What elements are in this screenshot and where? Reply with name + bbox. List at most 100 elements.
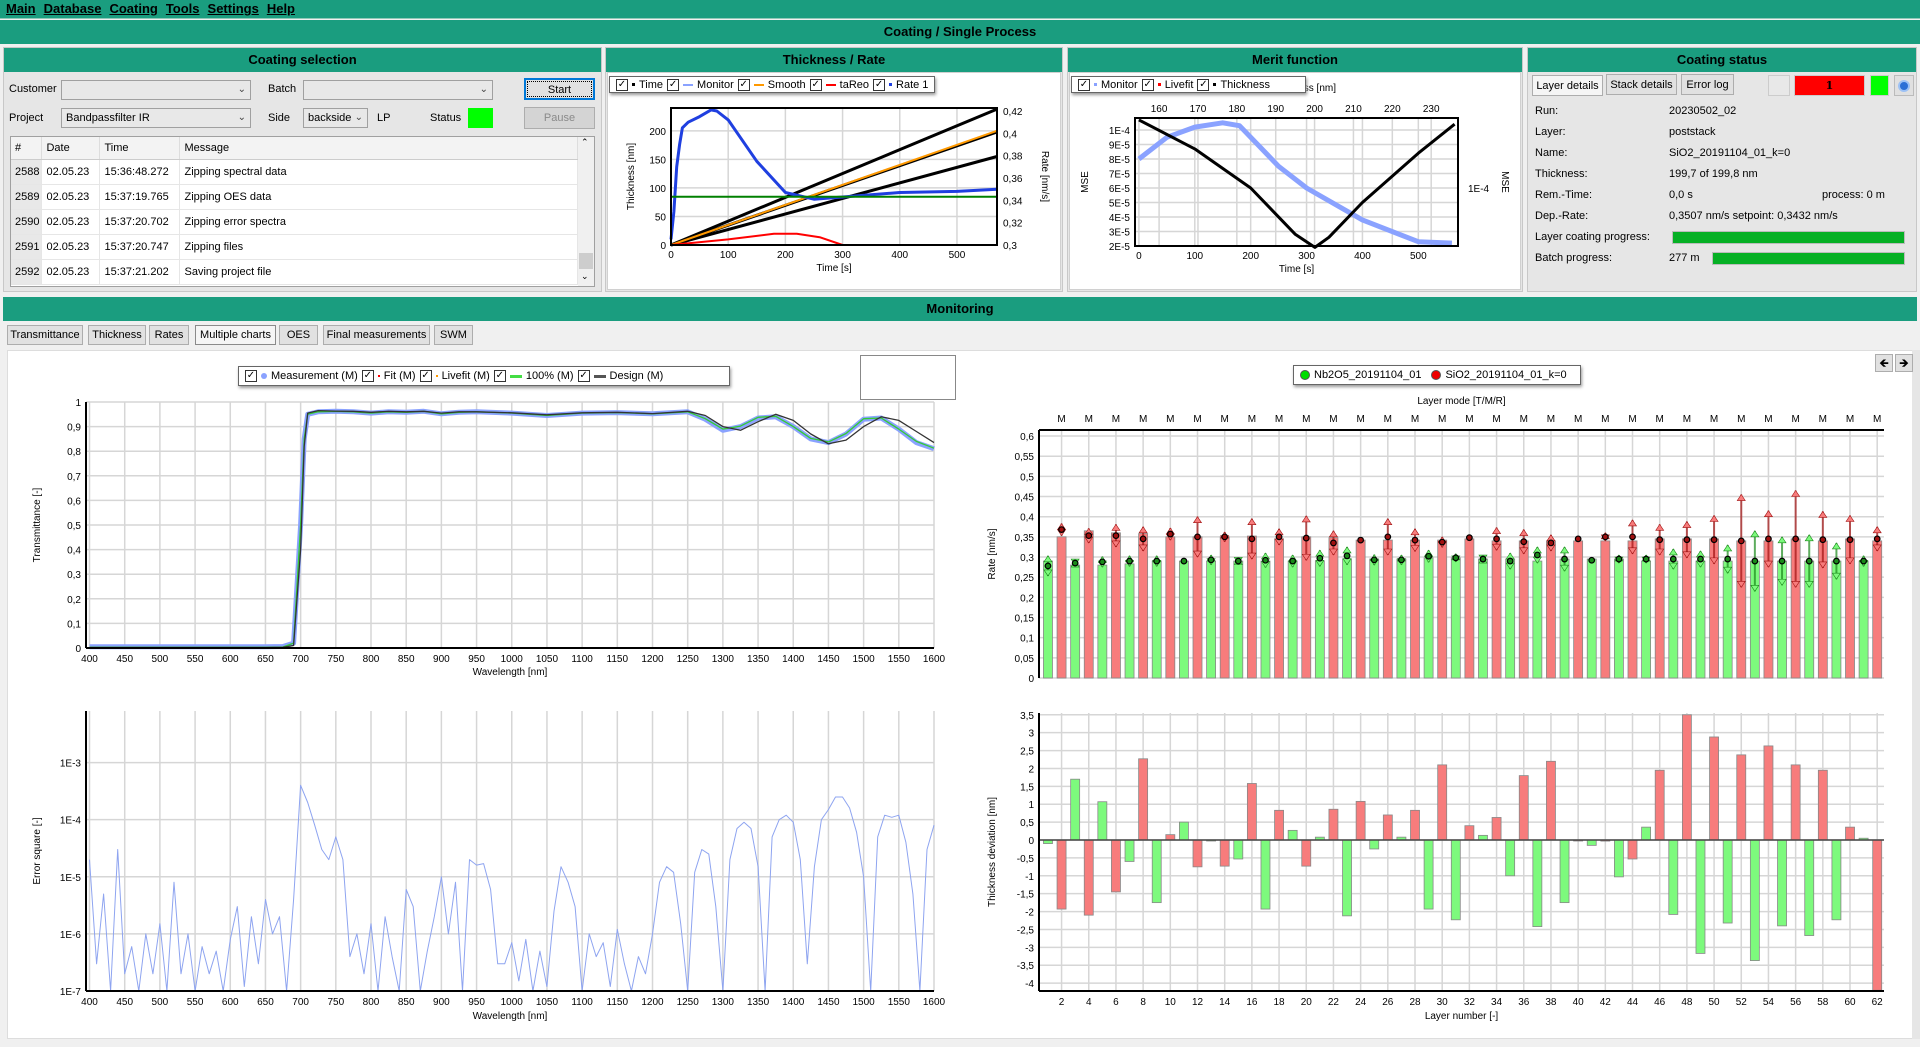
settings-ring-button[interactable]	[1894, 75, 1914, 96]
legend-checkbox-rate1[interactable]: ✓	[873, 78, 886, 91]
legend-label: Smooth	[767, 78, 806, 91]
line-marker-icon	[593, 374, 606, 378]
legend-checkbox-measurement[interactable]: ✓	[245, 370, 257, 382]
tab-stack-details[interactable]: Stack details	[1606, 74, 1677, 95]
legend-checkbox-design[interactable]: ✓	[577, 370, 590, 382]
name-value: SiO2_20191104_01_k=0	[1669, 147, 1791, 159]
cell-message: Zipping files	[179, 234, 578, 260]
menu-coating[interactable]: Coating	[107, 0, 163, 18]
batch-progress-bar	[1712, 252, 1905, 265]
tab-transmittance[interactable]: Transmittance	[7, 325, 83, 345]
line-marker-icon	[683, 83, 694, 86]
legend-checkbox-tareo[interactable]: ✓	[809, 78, 822, 91]
legend-checkbox-livefit[interactable]: ✓	[419, 370, 432, 382]
batch-progress-label: Batch progress:	[1535, 252, 1613, 264]
legend-label: SiO2_20191104_01_k=0	[1445, 369, 1567, 381]
start-button[interactable]: Start	[524, 78, 595, 100]
column-header-time[interactable]: Time	[99, 137, 181, 160]
side-value: backside	[308, 112, 352, 124]
column-header-number[interactable]: #	[11, 137, 43, 160]
chevron-down-icon: ⌄	[237, 112, 246, 123]
legend-checkbox-livefit[interactable]: ✓	[1141, 78, 1154, 91]
tab-error-log[interactable]: Error log	[1681, 74, 1734, 95]
preview-box	[860, 355, 956, 400]
dot-marker-icon	[1431, 370, 1442, 380]
dot-marker-icon	[1157, 83, 1161, 86]
project-combo[interactable]: Bandpassfilter IR ⌄	[61, 108, 251, 128]
chevron-down-icon: ⌄	[237, 84, 246, 95]
layer-progress-bar	[1672, 231, 1905, 244]
window-title: Coating / Single Process	[0, 20, 1920, 44]
arrow-left-button[interactable]: 🡸	[1875, 354, 1893, 372]
thickness-rate-chart-area	[607, 72, 1061, 290]
tab-layer-details[interactable]: Layer details	[1532, 75, 1603, 96]
arrow-right-button[interactable]: 🡺	[1895, 354, 1913, 372]
legend-checkbox-thickness[interactable]: ✓	[1197, 78, 1210, 91]
scroll-up-icon[interactable]: ⌃	[581, 137, 589, 148]
layer-value: poststack	[1669, 126, 1716, 138]
legend-checkbox-fit[interactable]: ✓	[361, 370, 374, 382]
batch-combo[interactable]: ⌄	[303, 80, 493, 100]
legend-label: Monitor	[1101, 78, 1138, 91]
status-label: Status	[430, 112, 462, 124]
legend-label: Thickness	[1220, 78, 1270, 91]
batch-progress-fill	[1713, 253, 1904, 264]
table-row[interactable]: 2590 02.05.23 15:37:20.702 Zipping error sp…	[11, 209, 578, 235]
cell-time: 15:37:21.202	[99, 259, 181, 285]
dot-marker-icon	[1213, 83, 1217, 86]
rem-time-value: 0,0 s	[1669, 189, 1693, 201]
panel-header: Merit function	[1068, 48, 1522, 72]
scroll-down-icon[interactable]: ⌄	[581, 271, 589, 282]
column-header-date[interactable]: Date	[41, 137, 101, 160]
table-row[interactable]: 2588 02.05.23 15:36:48.272 Zipping spectral…	[11, 159, 578, 185]
legend-checkbox-smooth[interactable]: ✓	[737, 78, 750, 91]
layer-legend: Nb2O5_20191104_01 SiO2_20191104_01_k=0	[1293, 365, 1581, 385]
column-header-message[interactable]: Message	[179, 137, 578, 160]
legend-label: 100% (M)	[525, 370, 574, 382]
panel-header: Coating status	[1528, 48, 1916, 72]
table-header-row: # Date Time Message	[11, 137, 578, 160]
scrollbar-thumb[interactable]	[579, 253, 593, 269]
cell-number: 2592	[11, 259, 43, 285]
log-scrollbar[interactable]: ⌃ ⌄	[578, 137, 594, 286]
tab-rates[interactable]: Rates	[149, 325, 189, 345]
tab-final-measurements[interactable]: Final measurements	[323, 325, 430, 345]
menu-main[interactable]: Main	[4, 0, 42, 18]
tab-multiple-charts[interactable]: Multiple charts	[195, 325, 276, 345]
tab-oes[interactable]: OES	[279, 325, 318, 345]
table-row[interactable]: 2591 02.05.23 15:37:20.747 Zipping files	[11, 234, 578, 260]
legend-label: Nb2O5_20191104_01	[1314, 369, 1422, 381]
legend-checkbox-time[interactable]: ✓	[616, 78, 628, 91]
legend-label: Livefit	[1164, 78, 1194, 91]
menu-database[interactable]: Database	[42, 0, 108, 18]
menu-help[interactable]: Help	[265, 0, 301, 18]
cell-date: 02.05.23	[41, 234, 101, 260]
tab-thickness[interactable]: Thickness	[88, 325, 146, 345]
menu-settings[interactable]: Settings	[206, 0, 265, 18]
dot-marker-icon	[377, 375, 380, 377]
legend-checkbox-monitor[interactable]: ✓	[667, 78, 680, 91]
monitoring-scrollbar[interactable]	[1912, 350, 1920, 1039]
table-row[interactable]: 2589 02.05.23 15:37:19.765 Zipping OES data	[11, 184, 578, 210]
alarm-indicator: 1	[1794, 75, 1865, 96]
pause-button[interactable]: Pause	[524, 107, 595, 129]
cell-number: 2589	[11, 184, 43, 210]
project-label: Project	[9, 112, 44, 124]
legend-checkbox-monitor[interactable]: ✓	[1078, 78, 1090, 91]
customer-combo[interactable]: ⌄	[61, 80, 251, 100]
table-row[interactable]: 2592 02.05.23 15:37:21.202 Saving project f…	[11, 259, 578, 285]
rem-time-label: Rem.-Time:	[1535, 189, 1593, 201]
legend-label: taReo	[839, 78, 870, 91]
dot-marker-icon	[1094, 83, 1097, 86]
monitoring-header: Monitoring	[3, 297, 1917, 321]
side-combo[interactable]: backside ⌄	[303, 108, 368, 128]
lp-label: LP	[377, 112, 391, 124]
layer-label: Layer:	[1535, 126, 1566, 138]
tab-swm[interactable]: SWM	[434, 325, 473, 345]
ok-indicator	[1870, 75, 1889, 96]
batch-label: Batch	[268, 83, 297, 95]
name-label: Name:	[1535, 147, 1568, 159]
merit-legend: ✓ Monitor ✓ Livefit ✓ Thickness	[1071, 76, 1306, 93]
legend-checkbox-100-percent[interactable]: ✓	[493, 370, 506, 382]
menu-tools[interactable]: Tools	[164, 0, 206, 18]
